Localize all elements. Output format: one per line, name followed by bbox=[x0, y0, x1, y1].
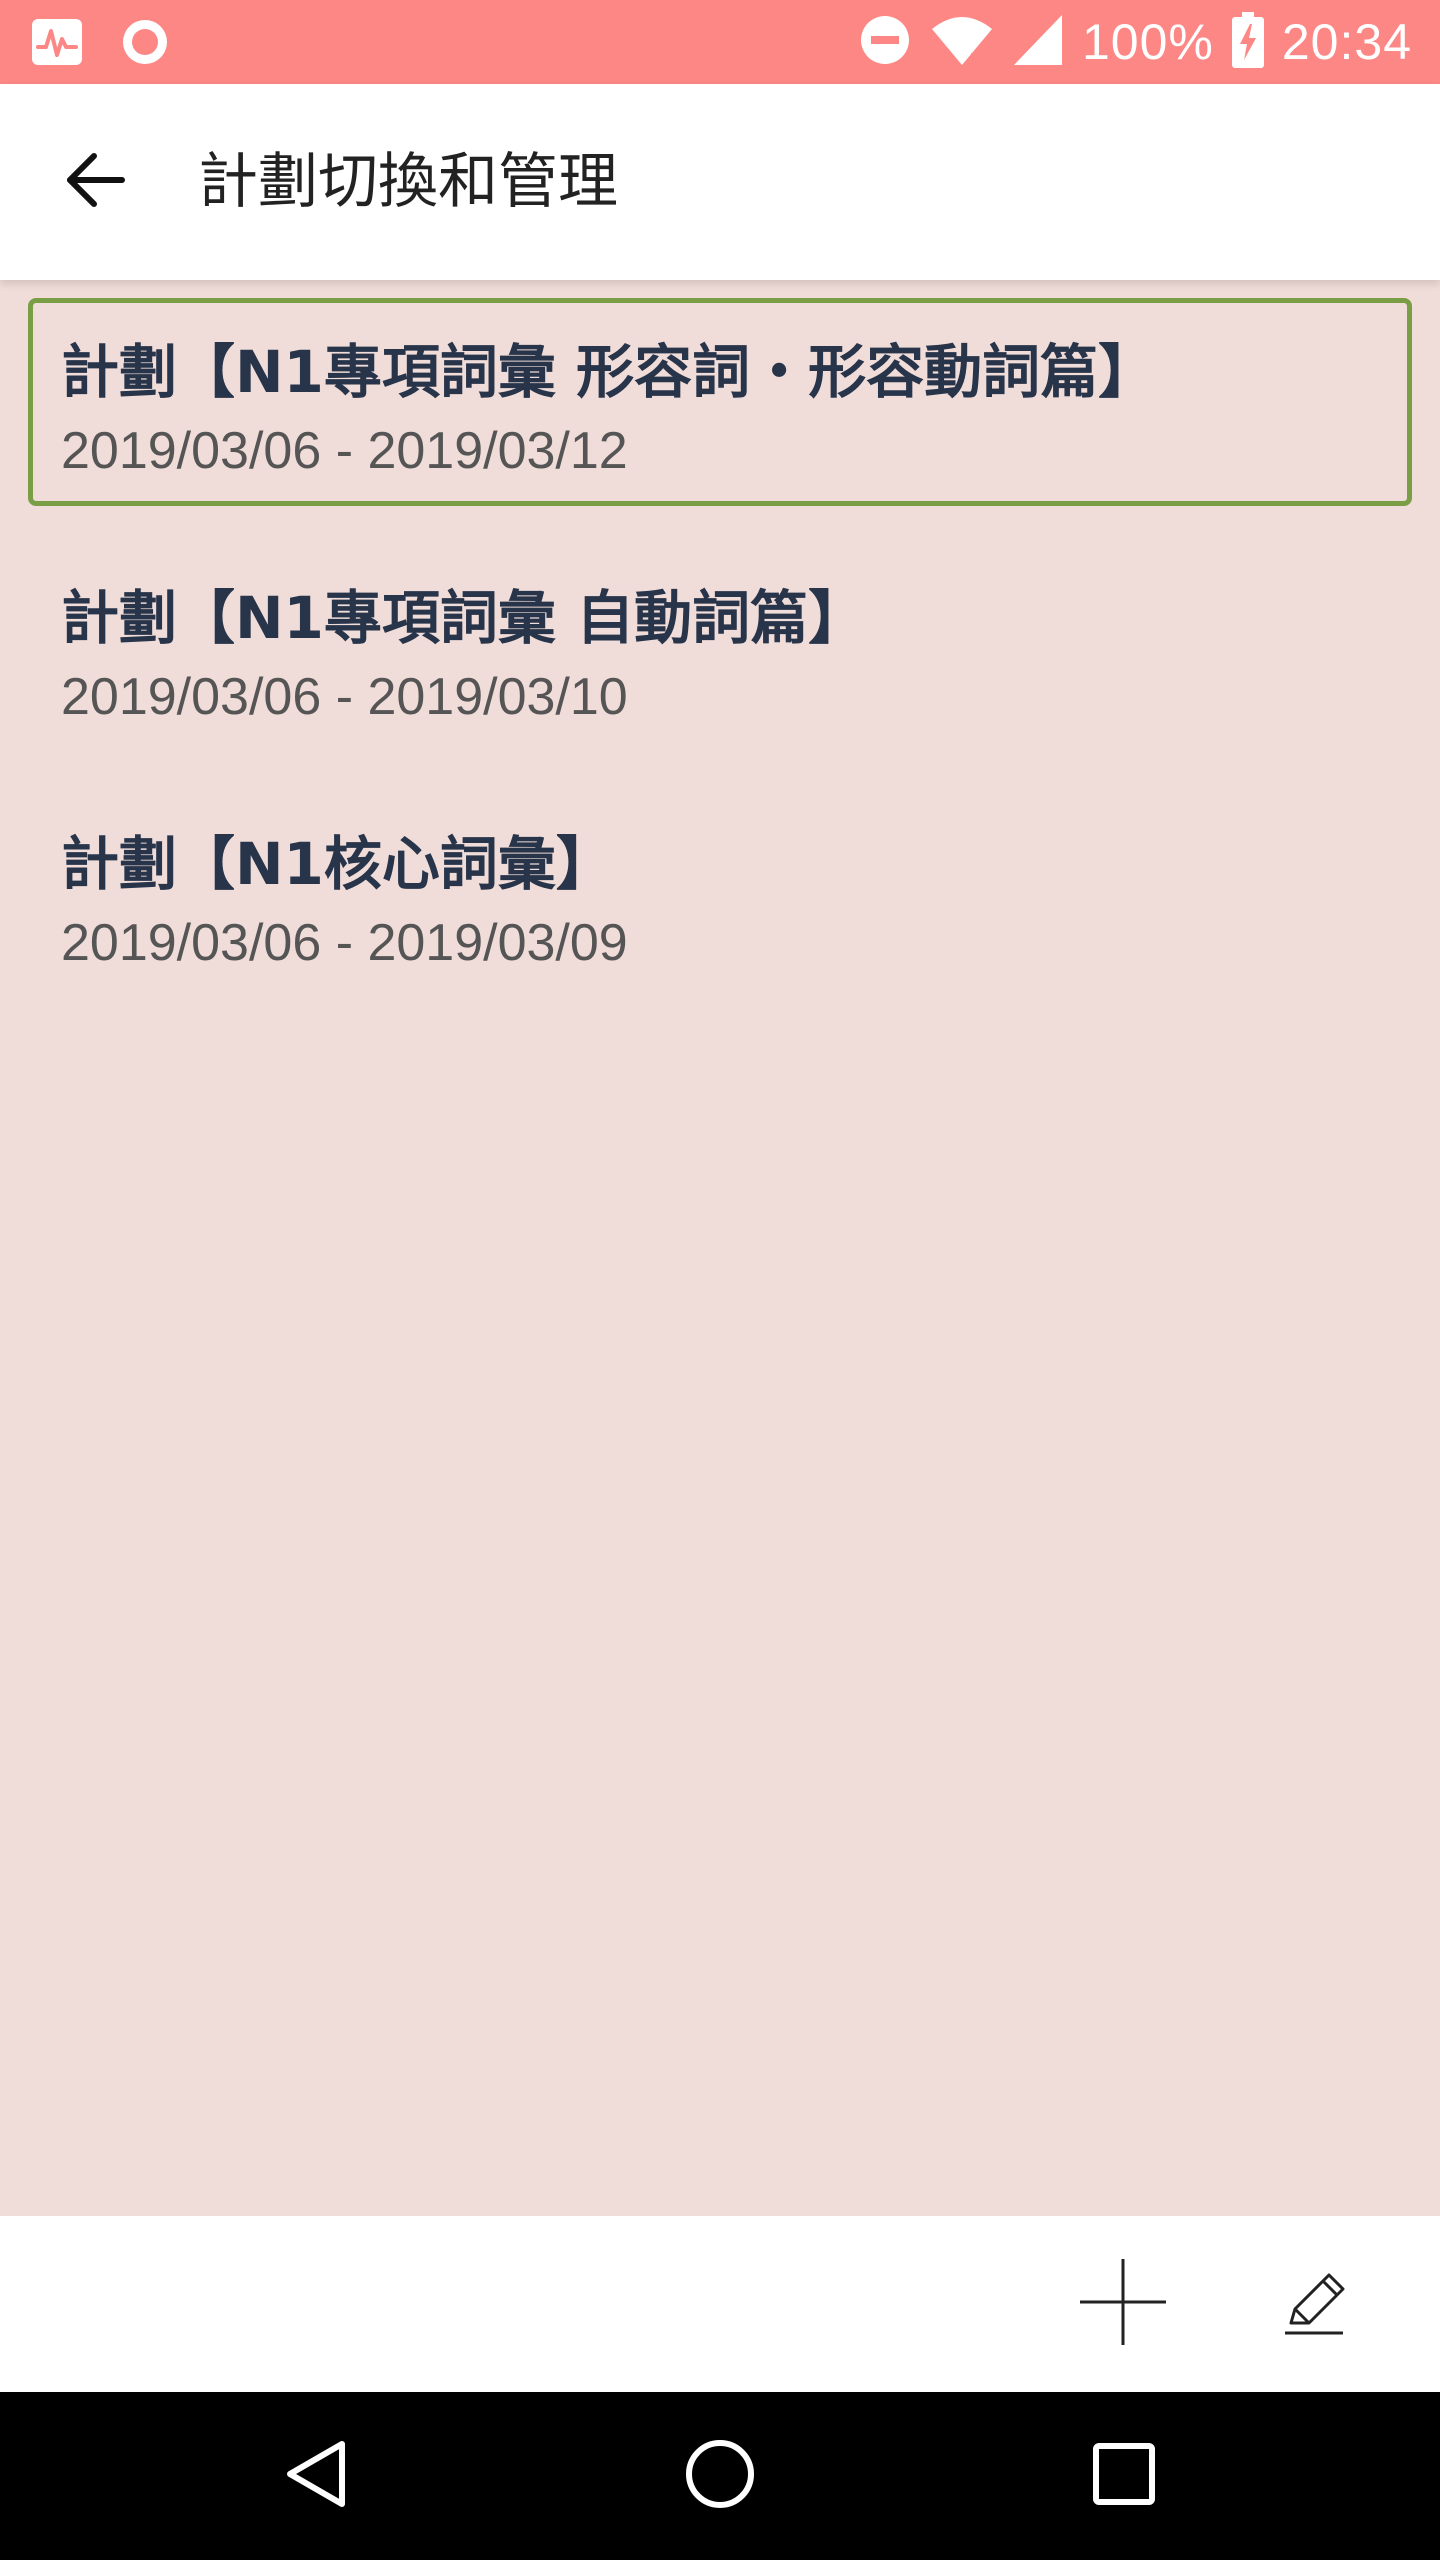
edit-plan-button[interactable] bbox=[1256, 2244, 1376, 2364]
battery-level: 100% bbox=[1081, 14, 1214, 70]
plan-dates: 2019/03/06 - 2019/03/09 bbox=[61, 914, 628, 972]
do-not-disturb-icon bbox=[858, 13, 912, 71]
plan-dates: 2019/03/06 - 2019/03/12 bbox=[61, 422, 628, 480]
plan-item-n1-adjectives[interactable]: 計劃【N1專項詞彙 形容詞・形容動詞篇】 2019/03/06 - 2019/0… bbox=[28, 298, 1412, 506]
system-nav-bar bbox=[0, 2392, 1440, 2560]
pencil-icon bbox=[1281, 2267, 1351, 2341]
plan-title: 計劃【N1專項詞彙 自動詞篇】 bbox=[61, 584, 867, 652]
status-bar: x 100% 20:34 bbox=[0, 0, 1440, 84]
home-circle-icon bbox=[684, 2438, 756, 2514]
nav-home-button[interactable] bbox=[660, 2416, 780, 2536]
nav-back-button[interactable] bbox=[256, 2416, 376, 2536]
plan-item-n1-intransitive-verbs[interactable]: 計劃【N1專項詞彙 自動詞篇】 2019/03/06 - 2019/03/10 bbox=[28, 544, 1412, 752]
wifi-icon: x bbox=[930, 13, 994, 71]
plan-item-n1-core-vocabulary[interactable]: 計劃【N1核心詞彙】 2019/03/06 - 2019/03/09 bbox=[28, 790, 1412, 998]
plan-list: 計劃【N1專項詞彙 形容詞・形容動詞篇】 2019/03/06 - 2019/0… bbox=[0, 280, 1440, 2216]
app-bar: 計劃切換和管理 bbox=[0, 84, 1440, 280]
recents-square-icon bbox=[1092, 2442, 1156, 2510]
arrow-left-icon bbox=[64, 148, 128, 216]
bottom-toolbar bbox=[0, 2216, 1440, 2392]
plan-dates: 2019/03/06 - 2019/03/10 bbox=[61, 668, 628, 726]
signal-icon bbox=[1012, 13, 1064, 71]
nav-recents-button[interactable] bbox=[1064, 2416, 1184, 2536]
back-button[interactable] bbox=[48, 134, 144, 230]
plus-icon bbox=[1078, 2257, 1168, 2351]
add-plan-button[interactable] bbox=[1063, 2244, 1183, 2364]
battery-charging-icon bbox=[1231, 12, 1264, 72]
page-title: 計劃切換和管理 bbox=[198, 147, 618, 217]
clock: 20:34 bbox=[1281, 14, 1412, 70]
plan-title: 計劃【N1專項詞彙 形容詞・形容動詞篇】 bbox=[61, 338, 1157, 406]
plan-title: 計劃【N1核心詞彙】 bbox=[61, 830, 614, 898]
svg-text:x: x bbox=[970, 47, 981, 67]
back-triangle-icon bbox=[284, 2438, 348, 2514]
record-icon bbox=[118, 17, 172, 67]
activity-icon bbox=[30, 17, 84, 67]
